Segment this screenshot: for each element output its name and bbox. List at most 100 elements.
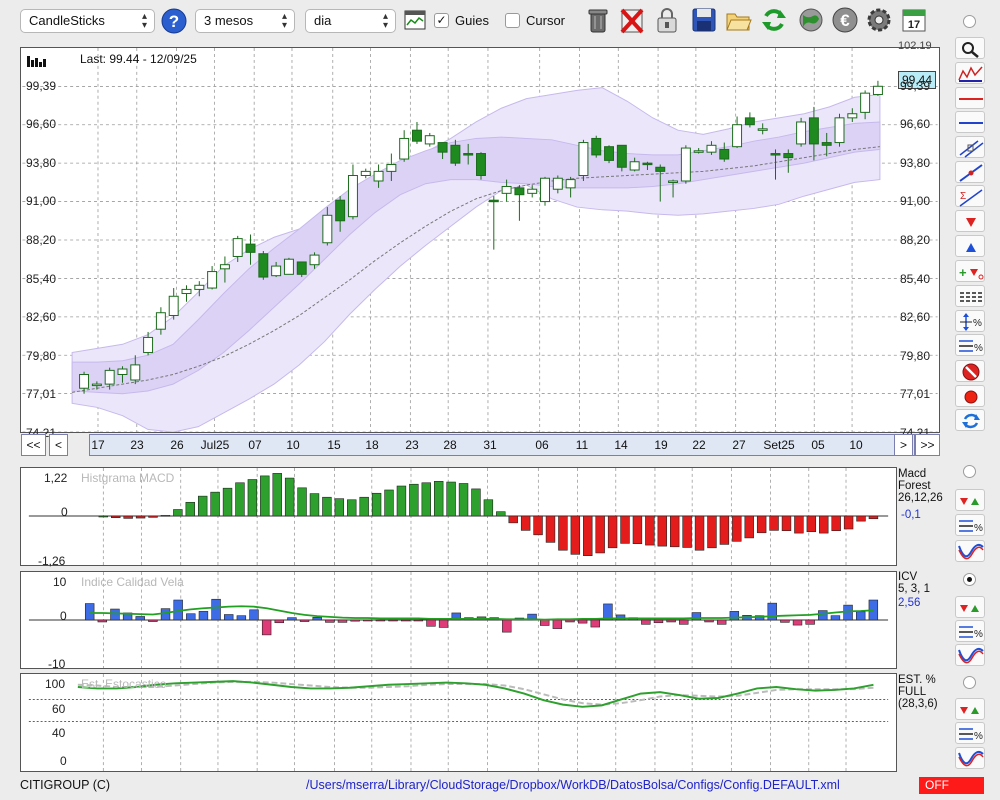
macd-bar: [222, 487, 233, 517]
stoch-ylabel-60: 60: [52, 702, 66, 716]
candlestick: [680, 145, 691, 184]
oscillator-curve-icon[interactable]: [955, 644, 985, 666]
macd-bar: [197, 495, 208, 517]
macd-bar: [496, 511, 506, 517]
zoom-icon[interactable]: [955, 37, 985, 59]
fibonacci-icon[interactable]: Σ: [955, 185, 985, 207]
refresh-icon[interactable]: [760, 6, 788, 34]
cursor-checkbox[interactable]: [505, 13, 520, 28]
arrow-up-icon[interactable]: [955, 235, 985, 257]
indicator-panel-radio[interactable]: [963, 676, 976, 689]
candle-body: [783, 153, 794, 159]
candle-body: [501, 185, 512, 194]
arrow-down-icon[interactable]: [955, 210, 985, 232]
candle-body: [424, 135, 435, 145]
macd-bar: [632, 515, 643, 545]
delete-icon[interactable]: [618, 6, 646, 34]
sync-icon[interactable]: [955, 409, 985, 431]
trend-channel-icon[interactable]: [955, 136, 985, 158]
buy-sell-icon[interactable]: [955, 596, 985, 618]
buy-sell-icon[interactable]: +: [955, 260, 985, 282]
candle-body: [232, 238, 243, 257]
price-ylabel-right: 85,40: [900, 271, 931, 286]
svg-text:%: %: [974, 343, 983, 354]
icv-bar: [502, 619, 512, 633]
icv-bar: [438, 619, 449, 628]
candle-body: [552, 177, 563, 190]
candlestick: [744, 112, 755, 128]
candle-body: [91, 383, 102, 387]
macd-bar: [359, 496, 369, 517]
config-path-link[interactable]: /Users/mserra/Library/CloudStorage/Dropb…: [306, 778, 840, 792]
percent-scale-icon[interactable]: %: [955, 310, 985, 332]
interval-select[interactable]: dia ▴ ▾: [305, 9, 396, 33]
save-icon[interactable]: [690, 6, 718, 34]
candlestick: [347, 164, 358, 220]
macd-bar: [756, 515, 767, 534]
connection-status-badge[interactable]: OFF: [919, 777, 984, 794]
buy-sell-icon[interactable]: [955, 489, 985, 511]
lock-icon[interactable]: [653, 6, 681, 34]
nav-last-button[interactable]: >>: [915, 434, 940, 456]
chart-window-icon[interactable]: [404, 10, 426, 30]
trash-icon[interactable]: [584, 6, 612, 34]
time-axis[interactable]: 17 23 26 Jul25 07 10 15 18 23 28 31 06 11 14 19 22 27 Set…: [89, 434, 915, 456]
record-icon[interactable]: [955, 385, 985, 407]
candlestick: [604, 145, 615, 164]
candle-body: [450, 144, 461, 164]
stoch-ylabel-100: 100: [45, 677, 66, 691]
horizontal-red-line-icon[interactable]: [955, 87, 985, 109]
candle-body: [283, 258, 294, 275]
icv-info: ICV 5, 3, 1 2,56: [898, 571, 930, 609]
macd-bar: [235, 482, 245, 517]
candle-body: [719, 148, 730, 160]
macd-bar: [111, 515, 121, 519]
candle-body: [104, 369, 115, 385]
candle-body: [117, 368, 128, 375]
oscillator-curve-icon[interactable]: [955, 540, 985, 562]
macd-bar: [868, 515, 879, 520]
table-icon[interactable]: [955, 285, 985, 307]
globe-icon[interactable]: [797, 6, 825, 34]
candle-body: [527, 188, 538, 194]
chart-type-select[interactable]: CandleSticks ▴ ▾: [20, 9, 155, 33]
horizontal-blue-line-icon[interactable]: [955, 111, 985, 133]
indicator-panel-radio[interactable]: [963, 465, 976, 478]
period-select[interactable]: 3 mesos ▴ ▾: [195, 9, 295, 33]
price-chart[interactable]: [20, 47, 940, 433]
price-ylabel-right: 91,00: [900, 194, 931, 209]
icv-ylabel-top: 10: [53, 575, 67, 589]
select-chevron-icon: ▴ ▾: [141, 11, 147, 31]
icv-bar: [186, 613, 196, 621]
percent-lines-icon[interactable]: %: [955, 722, 985, 744]
top-toolbar: CandleSticks ▴ ▾ ? 3 mesos ▴ ▾ dia ▴ ▾ ✓ Gu…: [0, 0, 1000, 44]
oscillator-curve-icon[interactable]: [955, 747, 985, 769]
nav-next-button[interactable]: >: [894, 434, 913, 456]
gear-icon[interactable]: [865, 6, 893, 34]
percent-lines-icon[interactable]: %: [955, 514, 985, 536]
nav-first-button[interactable]: <<: [21, 434, 46, 456]
guides-checkbox[interactable]: ✓: [434, 13, 449, 28]
trend-line-icon[interactable]: [955, 161, 985, 183]
indicator-panel-radio[interactable]: [963, 573, 976, 586]
icv-bar: [577, 619, 588, 624]
buy-sell-icon[interactable]: [955, 698, 985, 720]
candlestick: [399, 130, 410, 162]
macd-bar: [260, 475, 270, 517]
macd-bar: [421, 482, 431, 517]
macd-bar: [173, 509, 183, 517]
candle-body: [207, 271, 218, 289]
toolbar-radio[interactable]: [963, 15, 976, 28]
percent-lines-icon[interactable]: %: [955, 620, 985, 642]
icv-bar: [350, 619, 360, 622]
euro-icon[interactable]: €: [831, 6, 859, 34]
cancel-icon[interactable]: [955, 360, 985, 382]
calendar-icon[interactable]: 17: [900, 6, 928, 34]
open-folder-icon[interactable]: [724, 6, 752, 34]
stoch-info-line2: FULL: [898, 686, 927, 698]
nav-prev-button[interactable]: <: [49, 434, 68, 456]
price-chart-icon[interactable]: [955, 62, 985, 84]
percent-lines-icon[interactable]: %: [955, 334, 985, 356]
help-icon[interactable]: ?: [161, 8, 187, 34]
macd-bar: [433, 481, 444, 517]
